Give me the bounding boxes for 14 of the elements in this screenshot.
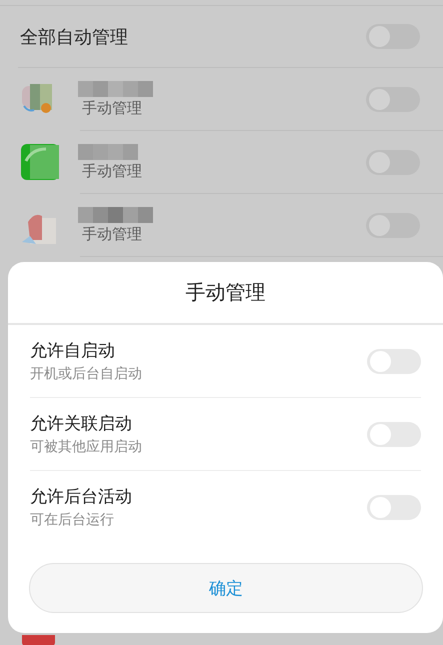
- option-label: 允许自启动: [30, 340, 116, 362]
- setting-label: 全部自动管理: [20, 26, 128, 48]
- app-status: 手动管理: [82, 99, 143, 118]
- app-icon: [20, 142, 60, 182]
- option-label: 允许后台活动: [30, 486, 132, 508]
- option-description: 可在后台运行: [30, 511, 115, 529]
- option-description: 开机或后台自启动: [30, 365, 142, 383]
- dialog-title: 手动管理: [8, 262, 443, 325]
- blurred-name: [78, 144, 138, 160]
- app-status: 手动管理: [82, 162, 143, 181]
- option-label: 允许关联启动: [30, 413, 133, 435]
- confirm-button[interactable]: 确定: [29, 563, 423, 613]
- app-status: 手动管理: [82, 225, 143, 244]
- option-description: 可被其他应用启动: [30, 438, 142, 456]
